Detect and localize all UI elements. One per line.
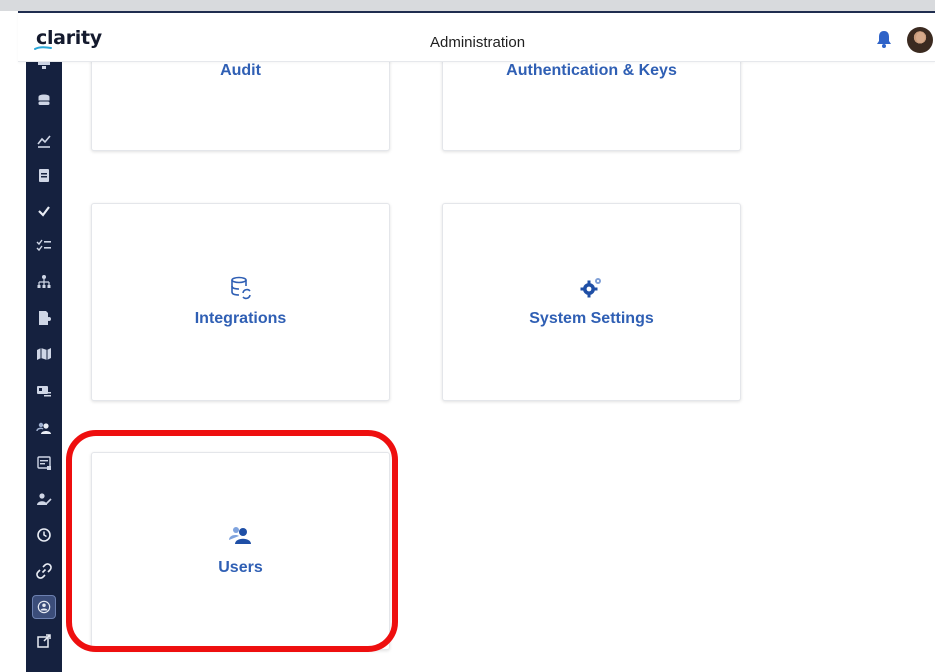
window-top-strip bbox=[0, 0, 935, 11]
users-card[interactable]: Users bbox=[91, 452, 390, 650]
integrations-card-label: Integrations bbox=[194, 310, 287, 327]
form-icon[interactable] bbox=[26, 449, 62, 477]
user-edit-icon[interactable] bbox=[26, 485, 62, 513]
bell-icon[interactable] bbox=[875, 29, 893, 49]
audit-card-label: Audit bbox=[220, 62, 261, 79]
header-accent-bar bbox=[18, 11, 935, 13]
app-header: clarity Administration bbox=[18, 11, 935, 62]
map-icon[interactable] bbox=[26, 340, 62, 368]
id-card-icon[interactable] bbox=[26, 377, 62, 405]
users-icon bbox=[228, 527, 251, 544]
integrations-card[interactable]: Integrations bbox=[91, 203, 390, 401]
active-nav-indicator bbox=[32, 595, 56, 619]
system-settings-card[interactable]: System Settings bbox=[442, 203, 741, 401]
users-icon[interactable] bbox=[26, 414, 62, 442]
page-title: Administration bbox=[430, 34, 526, 51]
trend-chart-icon[interactable] bbox=[26, 127, 62, 155]
link-icon[interactable] bbox=[26, 557, 62, 585]
clock-icon[interactable] bbox=[26, 521, 62, 549]
database-icon[interactable] bbox=[26, 87, 62, 115]
avatar-face bbox=[916, 32, 925, 43]
gears-icon bbox=[580, 278, 601, 298]
document-share-icon[interactable] bbox=[26, 304, 62, 332]
logo-swoosh-icon bbox=[34, 46, 52, 50]
hierarchy-icon[interactable] bbox=[26, 268, 62, 296]
check-icon[interactable] bbox=[26, 197, 62, 225]
external-link-icon[interactable] bbox=[26, 627, 62, 655]
system-settings-card-label: System Settings bbox=[529, 310, 654, 327]
sidebar bbox=[26, 57, 62, 672]
user-avatar[interactable] bbox=[907, 27, 933, 53]
clipboard-icon[interactable] bbox=[26, 161, 62, 189]
authentication-keys-card-label: Authentication & Keys bbox=[506, 62, 677, 79]
checklist-icon[interactable] bbox=[26, 231, 62, 259]
database-sync-icon bbox=[230, 276, 251, 300]
users-card-label: Users bbox=[218, 559, 263, 576]
admin-settings-icon[interactable] bbox=[26, 593, 62, 621]
